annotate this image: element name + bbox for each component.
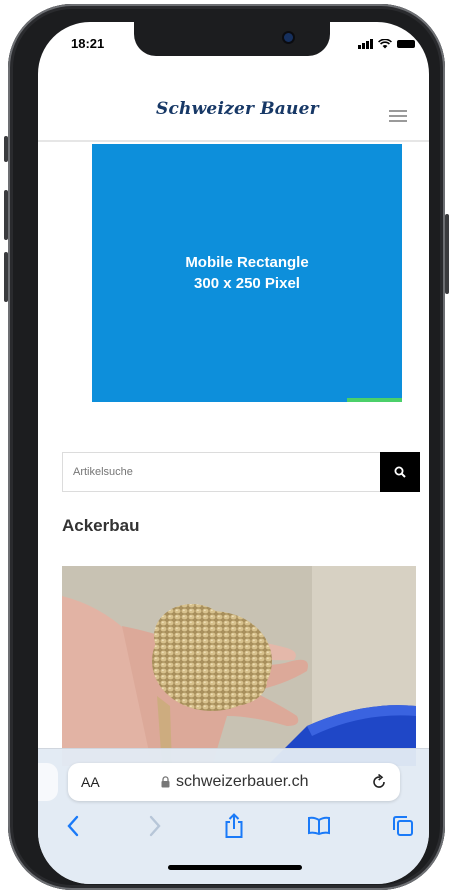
wifi-icon xyxy=(378,39,392,49)
bookmarks-icon xyxy=(308,816,330,836)
back-icon xyxy=(67,815,79,837)
forward-button[interactable] xyxy=(142,813,168,839)
search-button[interactable] xyxy=(380,452,420,492)
status-icons xyxy=(358,39,415,49)
status-bar: 18:21 xyxy=(38,22,429,72)
home-indicator[interactable] xyxy=(168,865,302,870)
tabs-button[interactable] xyxy=(390,813,416,839)
search-input[interactable] xyxy=(63,453,381,491)
lock-icon xyxy=(161,776,170,788)
menu-icon[interactable] xyxy=(389,110,407,122)
site-header: Schweizer Bauer xyxy=(38,72,429,142)
search-icon xyxy=(394,466,406,478)
article-photo[interactable] xyxy=(62,566,416,766)
section-title: Ackerbau xyxy=(62,516,140,535)
phone-frame: 18:21 Schweizer Bauer Mobile Rectangle 3… xyxy=(4,4,449,890)
phone-screen: 18:21 Schweizer Bauer Mobile Rectangle 3… xyxy=(38,22,429,884)
forward-icon xyxy=(149,815,161,837)
battery-icon xyxy=(397,40,415,48)
tabs-icon xyxy=(393,816,413,836)
text-size-button[interactable]: AA xyxy=(81,774,100,790)
previous-tab-preview[interactable] xyxy=(38,763,58,801)
ad-banner[interactable]: Mobile Rectangle 300 x 250 Pixel xyxy=(92,144,402,402)
side-button-volume-up xyxy=(4,190,8,240)
ad-strip xyxy=(347,398,402,402)
site-logo[interactable]: Schweizer Bauer xyxy=(156,99,319,119)
article-search xyxy=(62,452,420,492)
browser-bottom-bar: AA schweizerbauer.ch xyxy=(38,748,429,884)
share-button[interactable] xyxy=(221,813,247,839)
back-button[interactable] xyxy=(60,813,86,839)
ad-line-2: 300 x 250 Pixel xyxy=(194,275,300,292)
side-button-mute xyxy=(4,136,8,162)
share-icon xyxy=(225,813,243,838)
status-time: 18:21 xyxy=(71,36,105,51)
url-text: schweizerbauer.ch xyxy=(176,773,309,790)
side-button-volume-down xyxy=(4,252,8,302)
notch xyxy=(134,22,330,56)
browser-toolbar xyxy=(38,809,429,845)
front-camera xyxy=(284,33,293,42)
ad-line-1: Mobile Rectangle xyxy=(185,254,309,271)
address-bar[interactable]: AA schweizerbauer.ch xyxy=(68,763,400,801)
photo-illustration xyxy=(62,566,416,766)
bookmarks-button[interactable] xyxy=(306,813,332,839)
signal-icon xyxy=(358,39,373,49)
reload-icon[interactable] xyxy=(370,773,388,791)
side-button-power xyxy=(445,214,449,294)
